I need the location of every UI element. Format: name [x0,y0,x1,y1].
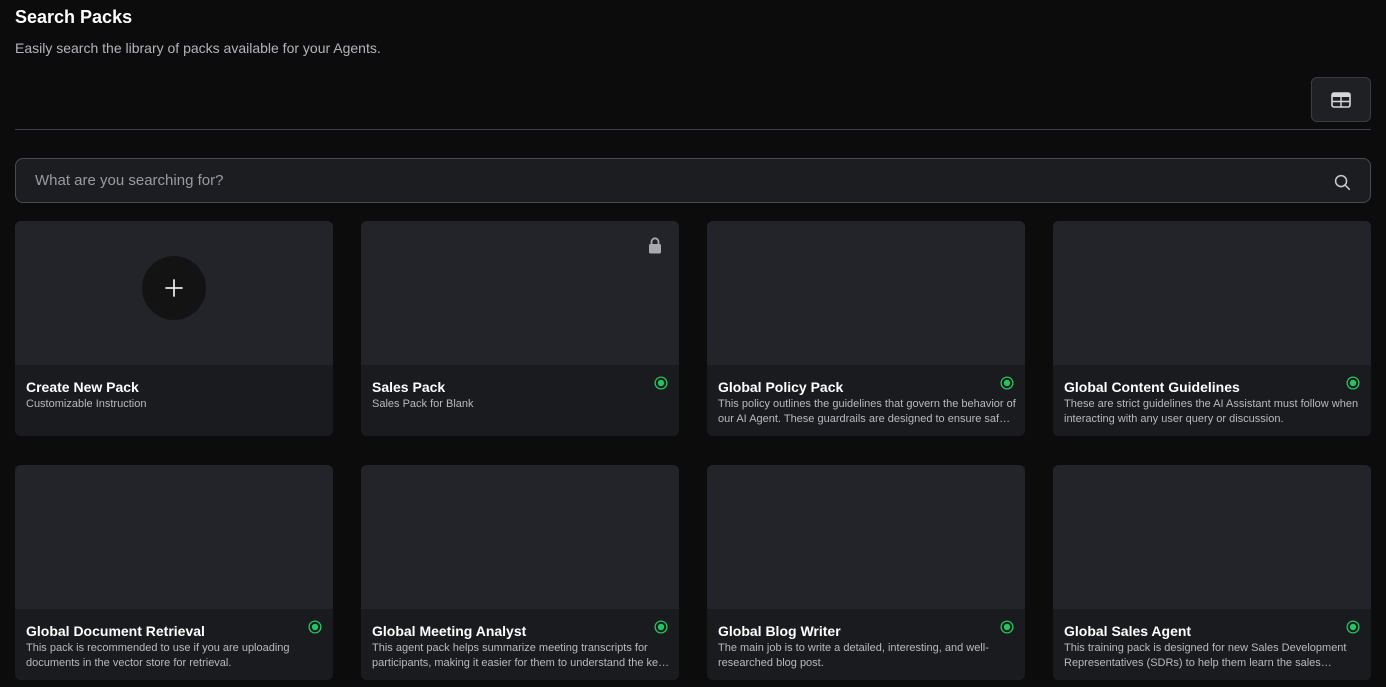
active-status-icon [654,376,668,390]
card-thumbnail [1053,221,1371,365]
search-input[interactable] [16,159,1370,202]
card-title: Global Content Guidelines [1064,379,1240,395]
card-description: Sales Pack for Blank [372,398,474,410]
card-description: This training pack is designed for new S… [1064,642,1347,669]
active-status-icon [1346,620,1360,634]
card-info: Global Document Retrieval This pack is r… [15,609,333,680]
card-description: Customizable Instruction [26,398,147,410]
plus-icon [165,279,183,297]
card-info: Global Policy Pack This policy outlines … [707,365,1025,436]
card-title: Create New Pack [26,379,139,395]
active-status-icon [1346,376,1360,390]
page-title: Search Packs [15,7,133,27]
active-status-icon [1000,376,1014,390]
create-new-pack-card[interactable]: Create New Pack Customizable Instruction [15,221,333,436]
card-description: This pack is recommended to use if you a… [26,642,290,669]
search-bar[interactable] [15,158,1371,203]
card-thumbnail [707,465,1025,609]
search-packs-page: Search Packs Easily search the library o… [0,0,1386,687]
search-icon[interactable] [1334,174,1351,191]
card-thumbnail [15,221,333,365]
card-description: These are strict guidelines the AI Assis… [1064,398,1359,425]
pack-card-sales-pack[interactable]: Sales Pack Sales Pack for Blank [361,221,679,436]
card-title: Global Policy Pack [718,379,844,395]
table-view-toggle-button[interactable] [1311,77,1371,122]
card-info: Create New Pack Customizable Instruction [15,365,333,436]
header-divider [15,129,1371,130]
card-info: Global Meeting Analyst This agent pack h… [361,609,679,680]
card-title: Global Document Retrieval [26,623,205,639]
card-title: Global Sales Agent [1064,623,1192,639]
card-title: Global Blog Writer [718,623,841,639]
active-status-icon [654,620,668,634]
active-status-icon [1000,620,1014,634]
card-description: This agent pack helps summarize meeting … [372,642,664,669]
card-thumbnail [15,465,333,609]
pack-card-global-policy-pack[interactable]: Global Policy Pack This policy outlines … [707,221,1025,436]
pack-card-global-content-guidelines[interactable]: Global Content Guidelines These are stri… [1053,221,1371,436]
pack-grid: Create New Pack Customizable Instruction… [15,221,1371,680]
card-description: The main job is to write a detailed, int… [718,642,989,669]
card-info: Global Content Guidelines These are stri… [1053,365,1371,436]
lock-icon [649,237,661,254]
create-pack-button[interactable] [142,256,206,320]
pack-card-global-document-retrieval[interactable]: Global Document Retrieval This pack is r… [15,465,333,680]
card-title: Sales Pack [372,379,446,395]
pack-card-global-sales-agent[interactable]: Global Sales Agent This training pack is… [1053,465,1371,680]
card-thumbnail [707,221,1025,365]
card-info: Sales Pack Sales Pack for Blank [361,365,679,436]
card-thumbnail [361,221,679,365]
pack-card-global-meeting-analyst[interactable]: Global Meeting Analyst This agent pack h… [361,465,679,680]
page-subtitle: Easily search the library of packs avail… [15,40,381,56]
card-info: Global Sales Agent This training pack is… [1053,609,1371,680]
pack-card-global-blog-writer[interactable]: Global Blog Writer The main job is to wr… [707,465,1025,680]
card-description: This policy outlines the guidelines that… [718,398,1016,425]
card-thumbnail [1053,465,1371,609]
card-thumbnail [361,465,679,609]
card-info: Global Blog Writer The main job is to wr… [707,609,1025,680]
card-title: Global Meeting Analyst [372,623,527,639]
active-status-icon [308,620,322,634]
table-icon [1331,91,1351,108]
